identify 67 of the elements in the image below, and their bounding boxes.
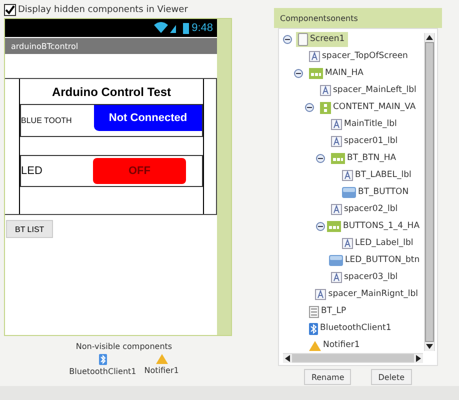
collapse-icon[interactable] [283,35,292,44]
bluetooth-icon [98,354,107,365]
clock: 9:48 [192,22,213,34]
collapse-icon[interactable] [316,222,325,231]
component-label: BluetoothClient1 [69,367,136,376]
collapse-icon[interactable] [294,69,303,78]
arrangement-icon [309,68,323,79]
row-label: BLUE TOOTH [21,116,72,125]
label-icon [331,204,342,215]
row-label: LED [21,165,42,177]
list-icon [309,306,319,318]
tree-item[interactable]: spacer02_lbl [329,203,401,216]
bluetooth-icon [309,322,318,334]
label-icon [315,289,326,300]
label-icon [320,85,331,96]
tree-item[interactable]: BT_LP [307,304,350,318]
tree-item[interactable]: CONTENT_MAIN_VA [318,100,419,114]
tree-item[interactable]: spacer_TopOfScreen [307,50,411,63]
button-icon [342,187,356,198]
tree-item[interactable]: Screen1 [296,32,348,47]
arrangement-icon [331,153,345,164]
scroll-down-icon[interactable] [425,342,434,351]
screen-icon [298,33,308,46]
tree-item[interactable]: BT_BUTTON [340,186,412,199]
label-icon [342,170,353,181]
arrangement-icon [320,102,331,114]
tree-item[interactable]: BT_LABEL_lbl [340,169,414,182]
vertical-scrollbar[interactable] [424,33,435,351]
panel-title: Componentsonents [280,14,358,22]
tree-item[interactable]: BluetoothClient1 [307,322,394,336]
tree-item[interactable]: LED_BUTTON_btn [327,254,423,267]
hidden-components-checkbox[interactable]: Display hidden components in Viewer [4,3,188,17]
non-visible-title: Non-visible components [76,342,172,351]
panel-button[interactable]: Rename [304,369,352,385]
scroll-left-icon[interactable] [283,354,292,362]
app-title: arduinoBTcontrol [11,42,78,50]
tree-item[interactable]: spacer_MainRignt_lbl [313,288,421,301]
tree-item[interactable]: BT_BTN_HA [329,152,400,165]
checkbox-label: Display hidden components in Viewer [18,5,188,15]
label-icon [331,136,342,147]
tree-item[interactable]: Notifier1 [307,339,363,352]
panel-button[interactable]: Delete [371,369,412,385]
tree-item[interactable]: LED_Label_lbl [340,237,416,250]
collapse-icon[interactable] [305,103,314,112]
tree-item[interactable]: spacer_MainLeft_lbl [318,84,420,97]
label-icon [331,272,342,283]
scroll-right-icon[interactable] [414,354,423,362]
collapse-icon[interactable] [316,154,325,163]
button-icon [329,255,343,266]
label-icon [331,119,342,130]
bt-list-button[interactable]: BT LIST [6,220,54,238]
battery-icon [182,22,189,34]
scroll-up-icon[interactable] [425,33,434,42]
tree-item[interactable]: MAIN_HA [307,67,366,80]
tree-item[interactable]: BUTTONS_1_4_HA [325,220,423,233]
label-icon [309,51,320,62]
tree-item[interactable]: spacer03_lbl [329,271,401,284]
arrangement-icon [327,221,341,232]
label-icon [342,238,353,249]
phone-button[interactable]: Not Connected [94,105,202,131]
horizontal-scrollbar[interactable] [283,353,423,363]
tree-item[interactable]: spacer01_lbl [329,135,401,148]
component-label: Notifier1 [144,366,179,375]
warning-icon [156,354,168,364]
tree-item[interactable]: MainTitle_lbl [329,118,400,131]
checkbox[interactable] [4,4,16,16]
warning-icon [309,340,321,350]
